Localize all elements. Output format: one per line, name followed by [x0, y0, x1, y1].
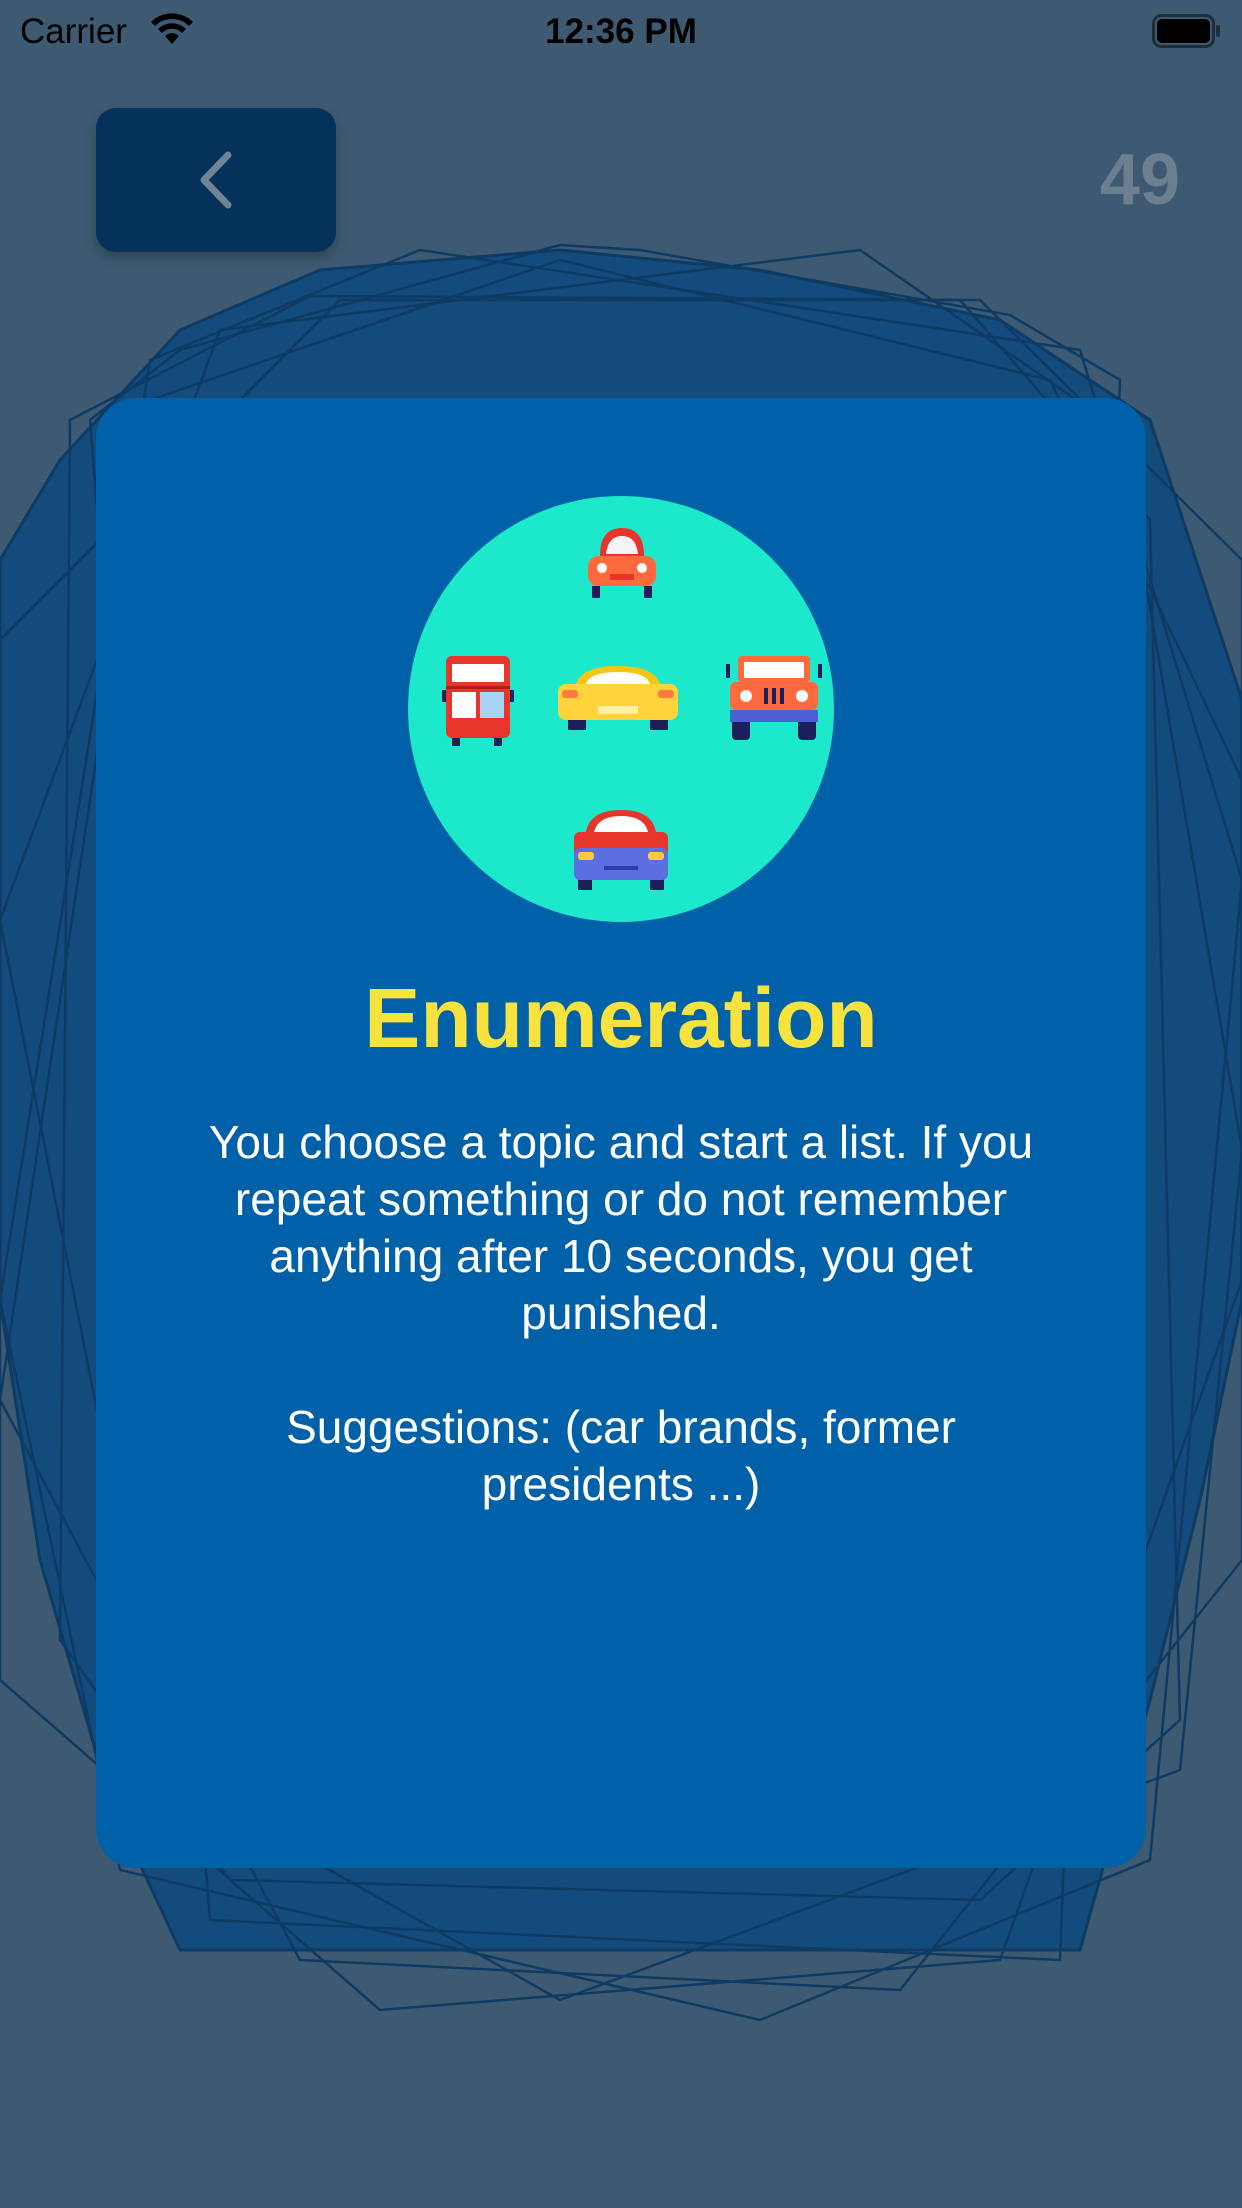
remaining-counter: 49	[1099, 140, 1180, 220]
vehicles-icon	[408, 496, 834, 922]
battery-icon	[1152, 14, 1222, 48]
bus-icon	[442, 656, 514, 746]
status-bar: Carrier 12:36 PM	[0, 0, 1242, 64]
chevron-left-icon	[200, 151, 232, 209]
card-title: Enumeration	[364, 971, 878, 1065]
clock: 12:36 PM	[545, 12, 697, 51]
card-description: You choose a topic and start a list. If …	[208, 1116, 1034, 1510]
back-button[interactable]	[96, 108, 336, 252]
game-card: Enumeration You choose a topic and start…	[96, 398, 1146, 1868]
